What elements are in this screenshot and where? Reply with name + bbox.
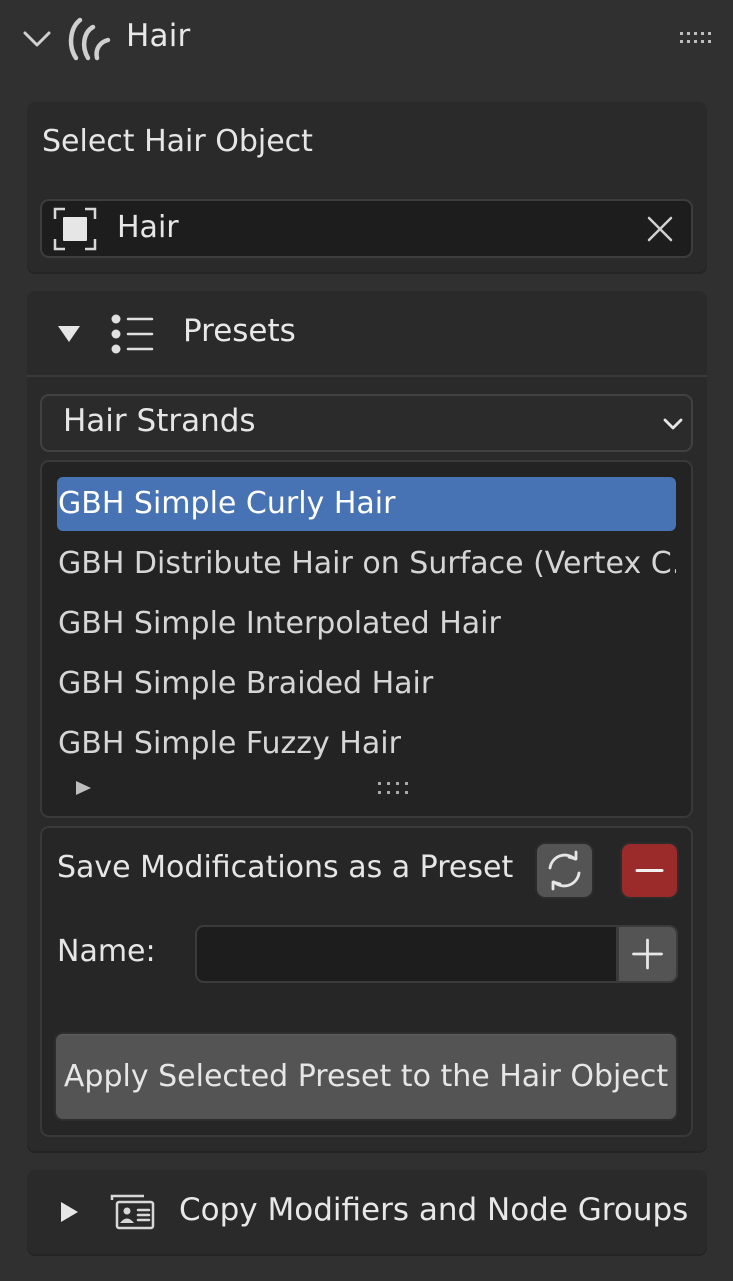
x-icon[interactable]	[645, 214, 675, 244]
chevron-down-icon[interactable]	[22, 28, 52, 50]
grip-dots-icon[interactable]	[679, 30, 711, 46]
resize-grip-icon[interactable]	[376, 780, 412, 798]
remove-preset-button[interactable]	[620, 842, 679, 899]
refresh-icon	[548, 850, 581, 891]
presets-header-divider	[27, 375, 707, 377]
list-item[interactable]: GBH Distribute Hair on Surface (Vertex C…	[57, 537, 676, 591]
select-object-label: Select Hair Object	[42, 124, 313, 159]
object-select-icon	[53, 207, 97, 251]
save-preset-label: Save Modifications as a Preset	[57, 850, 514, 885]
list-icon	[111, 314, 154, 354]
apply-preset-button[interactable]: Apply Selected Preset to the Hair Object	[54, 1032, 678, 1121]
chevron-down-icon	[663, 418, 683, 430]
presets-title[interactable]: Presets	[183, 313, 296, 349]
list-item[interactable]: GBH Simple Interpolated Hair	[57, 597, 676, 651]
name-label: Name:	[57, 934, 156, 969]
list-item[interactable]: GBH Simple Fuzzy Hair	[57, 717, 676, 771]
list-item[interactable]: GBH Simple Braided Hair	[57, 657, 676, 711]
id-card-icon	[110, 1194, 155, 1230]
copy-modifiers-title[interactable]: Copy Modifiers and Node Groups	[179, 1192, 688, 1228]
hair-curves-icon	[68, 17, 111, 61]
panel-title: Hair	[126, 18, 191, 54]
preset-name-input[interactable]	[195, 925, 618, 983]
triangle-right-icon[interactable]	[73, 778, 93, 798]
preset-category-value: Hair Strands	[63, 403, 256, 439]
hair-object-value: Hair	[117, 210, 179, 245]
plus-icon	[632, 938, 663, 970]
triangle-right-icon[interactable]	[58, 1199, 80, 1225]
list-item[interactable]: GBH Simple Curly Hair	[57, 477, 676, 531]
minus-icon	[635, 869, 664, 872]
triangle-down-icon[interactable]	[55, 322, 83, 346]
refresh-button[interactable]	[535, 842, 594, 899]
add-preset-button[interactable]	[617, 925, 678, 983]
